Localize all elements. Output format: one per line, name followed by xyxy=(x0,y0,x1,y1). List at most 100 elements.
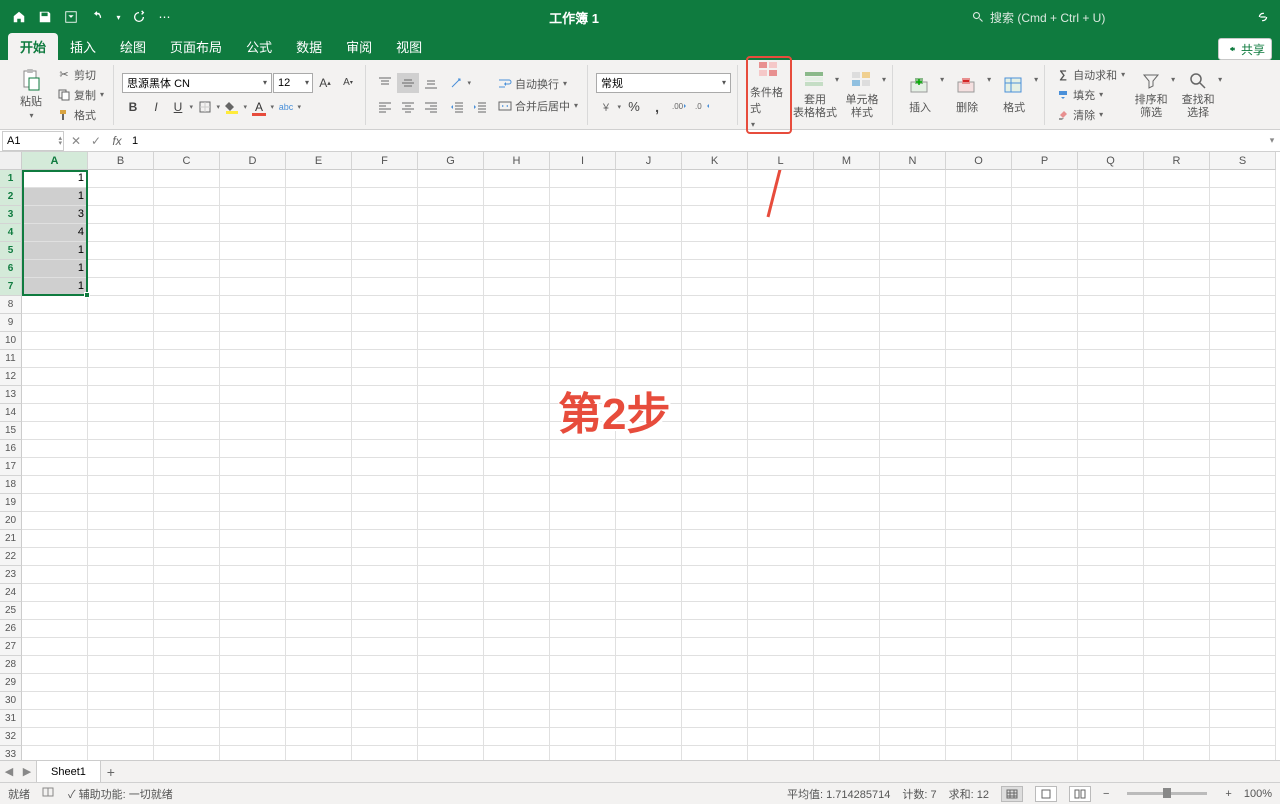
borders-button[interactable] xyxy=(195,97,221,117)
cell[interactable] xyxy=(682,692,748,710)
cell[interactable] xyxy=(814,548,880,566)
cell[interactable] xyxy=(946,638,1012,656)
cell[interactable] xyxy=(22,386,88,404)
cell[interactable]: 4 xyxy=(22,224,88,242)
cell[interactable] xyxy=(154,512,220,530)
cell[interactable] xyxy=(946,332,1012,350)
cell[interactable] xyxy=(814,206,880,224)
cell[interactable] xyxy=(88,674,154,692)
cell[interactable] xyxy=(1012,188,1078,206)
cell[interactable] xyxy=(1210,566,1276,584)
cell[interactable] xyxy=(682,566,748,584)
cell[interactable] xyxy=(418,386,484,404)
cell[interactable] xyxy=(418,674,484,692)
currency-button[interactable]: ￥ xyxy=(596,97,622,117)
cell[interactable] xyxy=(22,728,88,746)
cell[interactable] xyxy=(286,404,352,422)
cell[interactable] xyxy=(1012,548,1078,566)
cell[interactable] xyxy=(748,584,814,602)
cell[interactable] xyxy=(484,656,550,674)
cell[interactable] xyxy=(1210,440,1276,458)
cell[interactable] xyxy=(22,638,88,656)
select-all-corner[interactable] xyxy=(0,152,22,170)
cell[interactable] xyxy=(1210,620,1276,638)
cell[interactable] xyxy=(286,296,352,314)
row-header[interactable]: 12 xyxy=(0,368,22,386)
cell[interactable] xyxy=(1012,242,1078,260)
cell[interactable] xyxy=(286,188,352,206)
cell[interactable] xyxy=(22,404,88,422)
cell[interactable] xyxy=(220,728,286,746)
cell[interactable] xyxy=(616,260,682,278)
cell[interactable] xyxy=(1210,692,1276,710)
cell[interactable] xyxy=(154,224,220,242)
cell[interactable] xyxy=(22,368,88,386)
cell[interactable] xyxy=(22,566,88,584)
cell[interactable] xyxy=(88,368,154,386)
cell[interactable] xyxy=(352,728,418,746)
cell[interactable] xyxy=(748,620,814,638)
cell[interactable] xyxy=(352,422,418,440)
orientation-button[interactable] xyxy=(446,73,472,93)
cell[interactable] xyxy=(748,422,814,440)
increase-indent-icon[interactable] xyxy=(469,97,491,117)
cell[interactable] xyxy=(1078,512,1144,530)
cell[interactable] xyxy=(946,170,1012,188)
row-header[interactable]: 33 xyxy=(0,746,22,760)
cell[interactable] xyxy=(1012,584,1078,602)
cell[interactable] xyxy=(484,494,550,512)
cell[interactable] xyxy=(946,224,1012,242)
cell[interactable] xyxy=(682,404,748,422)
cell[interactable] xyxy=(1078,242,1144,260)
normal-view-icon[interactable] xyxy=(1001,786,1023,802)
increase-decimal-icon[interactable]: .00 xyxy=(669,97,691,117)
cell[interactable] xyxy=(22,584,88,602)
cell[interactable] xyxy=(286,422,352,440)
cell[interactable] xyxy=(1078,350,1144,368)
cell[interactable] xyxy=(418,278,484,296)
share-button[interactable]: 共享 xyxy=(1218,38,1272,60)
increase-font-icon[interactable]: A▴ xyxy=(314,73,336,93)
cell[interactable] xyxy=(484,476,550,494)
cell[interactable] xyxy=(88,494,154,512)
cell[interactable] xyxy=(682,656,748,674)
autosum-button[interactable]: ∑自动求和▾ xyxy=(1053,66,1128,84)
cell[interactable] xyxy=(880,584,946,602)
cell[interactable] xyxy=(748,656,814,674)
row-header[interactable]: 10 xyxy=(0,332,22,350)
cell[interactable] xyxy=(814,674,880,692)
cell[interactable] xyxy=(1078,440,1144,458)
cell[interactable] xyxy=(418,602,484,620)
cell[interactable] xyxy=(22,314,88,332)
cell[interactable] xyxy=(1012,404,1078,422)
cell[interactable] xyxy=(682,368,748,386)
cell[interactable] xyxy=(484,440,550,458)
cell[interactable] xyxy=(286,530,352,548)
spreadsheet-grid[interactable]: ABCDEFGHIJKLMNOPQRS 第2步 1121334451617189… xyxy=(0,152,1280,760)
cell[interactable] xyxy=(286,206,352,224)
search-box[interactable]: 搜索 (Cmd + Ctrl + U) xyxy=(972,9,1232,26)
cell[interactable] xyxy=(880,548,946,566)
cell[interactable] xyxy=(550,602,616,620)
formula-input[interactable]: 1 xyxy=(128,135,1264,147)
cell[interactable] xyxy=(484,224,550,242)
cell[interactable] xyxy=(418,566,484,584)
cell[interactable] xyxy=(352,710,418,728)
cell[interactable] xyxy=(1012,422,1078,440)
cell[interactable] xyxy=(550,530,616,548)
cell[interactable] xyxy=(418,548,484,566)
cell[interactable] xyxy=(88,188,154,206)
cell[interactable] xyxy=(286,476,352,494)
cell[interactable] xyxy=(946,476,1012,494)
cell[interactable] xyxy=(352,584,418,602)
cell[interactable] xyxy=(682,476,748,494)
cell[interactable] xyxy=(352,188,418,206)
row-header[interactable]: 29 xyxy=(0,674,22,692)
cell[interactable] xyxy=(1078,476,1144,494)
cell[interactable] xyxy=(154,674,220,692)
align-middle-icon[interactable] xyxy=(397,73,419,93)
cell[interactable] xyxy=(550,224,616,242)
cell[interactable] xyxy=(484,278,550,296)
cell[interactable] xyxy=(88,206,154,224)
cell[interactable] xyxy=(616,404,682,422)
